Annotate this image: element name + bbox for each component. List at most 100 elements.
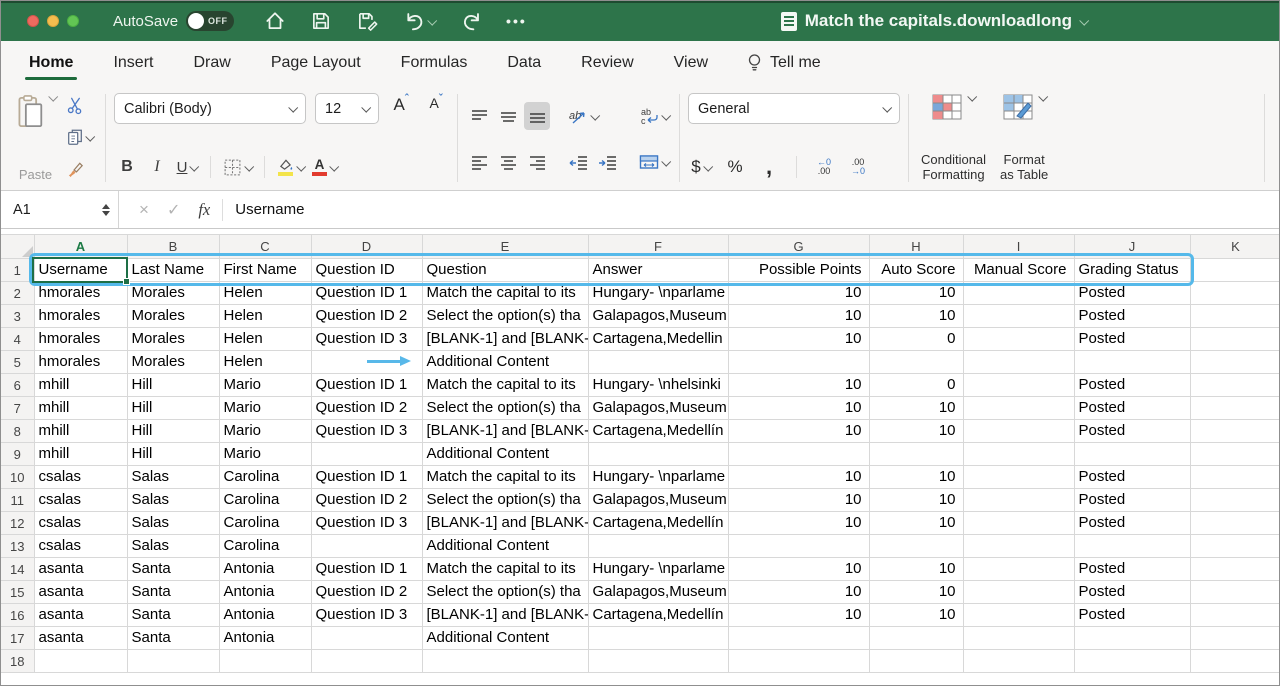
col-header-J[interactable]: J <box>1074 235 1190 259</box>
cell-B1[interactable]: Last Name <box>127 259 219 282</box>
format-as-table-button[interactable]: Format as Table <box>1000 92 1048 184</box>
cell-I7[interactable] <box>963 397 1074 420</box>
cell-D17[interactable] <box>311 627 422 650</box>
cell-F3[interactable]: Galapagos,Museum <box>588 305 728 328</box>
cut-button[interactable] <box>66 95 93 115</box>
cell-D9[interactable] <box>311 443 422 466</box>
row-header-18[interactable]: 18 <box>1 650 34 673</box>
cell-B4[interactable]: Morales <box>127 328 219 351</box>
cell-J8[interactable]: Posted <box>1074 420 1190 443</box>
cell-I18[interactable] <box>963 650 1074 673</box>
cell-E3[interactable]: Select the option(s) tha <box>422 305 588 328</box>
cell-F7[interactable]: Galapagos,Museum <box>588 397 728 420</box>
cell-G13[interactable] <box>728 535 869 558</box>
home-quick-button[interactable] <box>264 10 286 32</box>
cell-B12[interactable]: Salas <box>127 512 219 535</box>
cell-J9[interactable] <box>1074 443 1190 466</box>
cell-K9[interactable] <box>1190 443 1279 466</box>
cell-K16[interactable] <box>1190 604 1279 627</box>
cell-A12[interactable]: csalas <box>34 512 127 535</box>
cell-I17[interactable] <box>963 627 1074 650</box>
cell-B2[interactable]: Morales <box>127 282 219 305</box>
row-header-12[interactable]: 12 <box>1 512 34 535</box>
col-header-C[interactable]: C <box>219 235 311 259</box>
cell-A14[interactable]: asanta <box>34 558 127 581</box>
underline-button[interactable]: U <box>174 153 200 181</box>
minimize-window-button[interactable] <box>47 15 59 27</box>
comma-format-button[interactable]: , <box>756 153 782 181</box>
row-header-1[interactable]: 1 <box>1 259 34 282</box>
row-header-15[interactable]: 15 <box>1 581 34 604</box>
currency-format-button[interactable]: $ <box>688 153 714 181</box>
row-header-8[interactable]: 8 <box>1 420 34 443</box>
cell-C14[interactable]: Antonia <box>219 558 311 581</box>
cell-F13[interactable] <box>588 535 728 558</box>
col-header-B[interactable]: B <box>127 235 219 259</box>
cell-K5[interactable] <box>1190 351 1279 374</box>
confirm-entry-button[interactable]: ✓ <box>167 200 180 220</box>
save-button[interactable] <box>310 10 332 32</box>
cell-B9[interactable]: Hill <box>127 443 219 466</box>
col-header-H[interactable]: H <box>869 235 963 259</box>
cell-H10[interactable]: 10 <box>869 466 963 489</box>
cell-A4[interactable]: hmorales <box>34 328 127 351</box>
cell-A11[interactable]: csalas <box>34 489 127 512</box>
tab-formulas[interactable]: Formulas <box>399 46 470 80</box>
row-header-14[interactable]: 14 <box>1 558 34 581</box>
cell-E18[interactable] <box>422 650 588 673</box>
cell-K11[interactable] <box>1190 489 1279 512</box>
cell-F18[interactable] <box>588 650 728 673</box>
cell-H5[interactable] <box>869 351 963 374</box>
cell-D8[interactable]: Question ID 3 <box>311 420 422 443</box>
cell-J15[interactable]: Posted <box>1074 581 1190 604</box>
cell-J3[interactable]: Posted <box>1074 305 1190 328</box>
cell-H2[interactable]: 10 <box>869 282 963 305</box>
cell-H4[interactable]: 0 <box>869 328 963 351</box>
row-header-13[interactable]: 13 <box>1 535 34 558</box>
row-header-7[interactable]: 7 <box>1 397 34 420</box>
cell-I4[interactable] <box>963 328 1074 351</box>
cell-K8[interactable] <box>1190 420 1279 443</box>
row-header-6[interactable]: 6 <box>1 374 34 397</box>
cell-D11[interactable]: Question ID 2 <box>311 489 422 512</box>
cell-H12[interactable]: 10 <box>869 512 963 535</box>
cell-C1[interactable]: First Name <box>219 259 311 282</box>
cell-I16[interactable] <box>963 604 1074 627</box>
cell-G14[interactable]: 10 <box>728 558 869 581</box>
cell-I6[interactable] <box>963 374 1074 397</box>
autosave-toggle[interactable]: OFF <box>186 11 234 31</box>
zoom-window-button[interactable] <box>67 15 79 27</box>
align-right-button[interactable] <box>524 148 550 176</box>
cell-H6[interactable]: 0 <box>869 374 963 397</box>
row-header-17[interactable]: 17 <box>1 627 34 650</box>
orientation-button[interactable]: ab <box>566 102 600 130</box>
tell-me-button[interactable]: Tell me <box>746 53 821 73</box>
cell-C12[interactable]: Carolina <box>219 512 311 535</box>
cell-B17[interactable]: Santa <box>127 627 219 650</box>
paste-button[interactable]: Paste <box>15 92 56 184</box>
cell-E8[interactable]: [BLANK-1] and [BLANK- <box>422 420 588 443</box>
cell-H18[interactable] <box>869 650 963 673</box>
cell-K7[interactable] <box>1190 397 1279 420</box>
align-center-button[interactable] <box>495 148 521 176</box>
row-header-4[interactable]: 4 <box>1 328 34 351</box>
cell-G4[interactable]: 10 <box>728 328 869 351</box>
cell-A2[interactable]: hmorales <box>34 282 127 305</box>
tab-insert[interactable]: Insert <box>111 46 155 80</box>
cell-F11[interactable]: Galapagos,Museum <box>588 489 728 512</box>
bold-button[interactable]: B <box>114 153 140 181</box>
cancel-entry-button[interactable]: × <box>139 200 149 220</box>
cell-G11[interactable]: 10 <box>728 489 869 512</box>
cell-D3[interactable]: Question ID 2 <box>311 305 422 328</box>
cell-B7[interactable]: Hill <box>127 397 219 420</box>
tab-data[interactable]: Data <box>505 46 543 80</box>
cell-H14[interactable]: 10 <box>869 558 963 581</box>
cell-K14[interactable] <box>1190 558 1279 581</box>
align-bottom-button[interactable] <box>524 102 550 130</box>
cell-I9[interactable] <box>963 443 1074 466</box>
cell-K6[interactable] <box>1190 374 1279 397</box>
cell-B6[interactable]: Hill <box>127 374 219 397</box>
cell-A17[interactable]: asanta <box>34 627 127 650</box>
cell-F4[interactable]: Cartagena,Medellin <box>588 328 728 351</box>
cell-K2[interactable] <box>1190 282 1279 305</box>
